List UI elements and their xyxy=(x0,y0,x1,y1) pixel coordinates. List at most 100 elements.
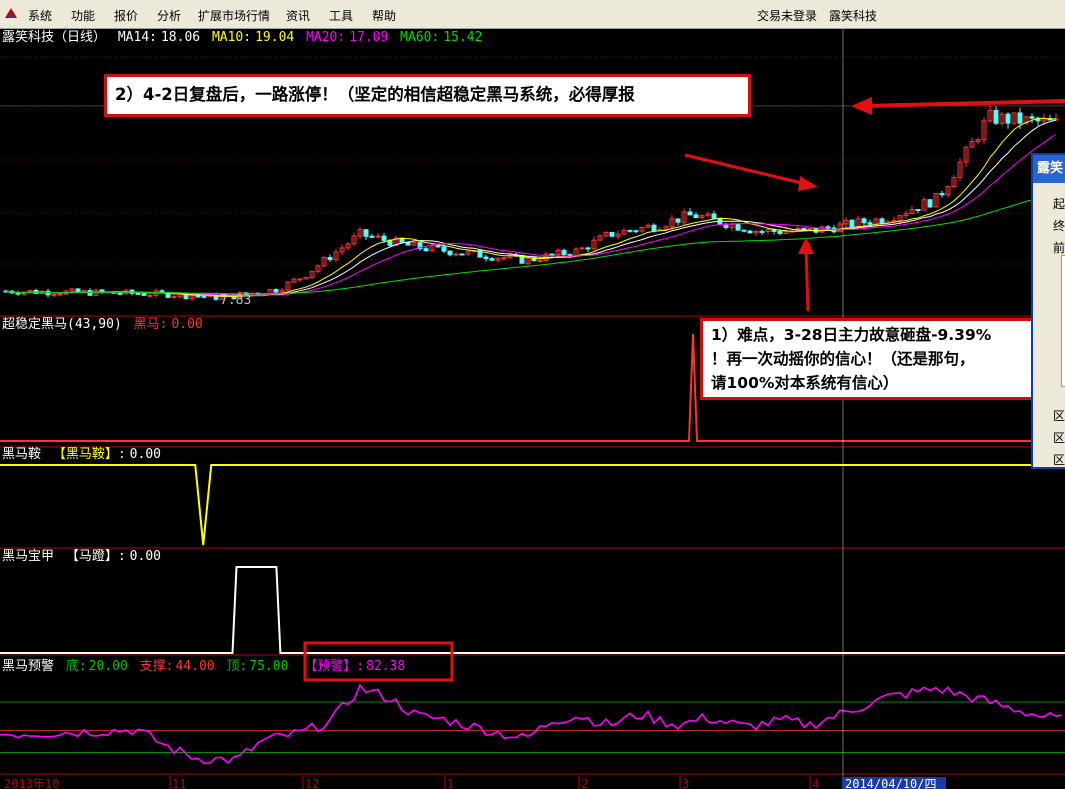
ma60-value: 15.42 xyxy=(443,30,482,45)
ma20-label: MA20: xyxy=(306,30,345,45)
warning-label: 黑马预警 xyxy=(2,658,54,674)
candle-body xyxy=(777,230,783,234)
side-panel-field[interactable] xyxy=(1061,255,1065,387)
armor-label: 黑马宝甲 xyxy=(2,549,54,564)
candle-body xyxy=(435,244,441,248)
warning-top-value: 75.00 xyxy=(249,659,288,674)
candle-body xyxy=(117,292,123,295)
side-label-start: 起 xyxy=(1053,197,1065,211)
ma10-value: 19.04 xyxy=(255,30,294,45)
annotation-note-1-line-3: 请100%对本系统有信心） xyxy=(711,374,899,392)
warning-support-value: 44.00 xyxy=(175,659,214,674)
candle-body xyxy=(759,230,765,233)
heima-header: 超稳定黑马(43,90) 黑马: 0.00 xyxy=(2,316,203,332)
x-tick-2: 12 xyxy=(305,777,319,789)
candle-body xyxy=(327,257,333,261)
menu-news[interactable]: 资讯 xyxy=(286,7,310,24)
warning-alert-label: 【预警】: xyxy=(304,658,364,674)
candle-body xyxy=(1017,112,1023,124)
candle-body xyxy=(939,193,945,196)
saddle-line xyxy=(0,464,1065,546)
arrow-head-icon xyxy=(851,97,872,115)
candle-body xyxy=(459,253,465,256)
app-logo-icon xyxy=(5,8,17,18)
ma14-value: 18.06 xyxy=(161,30,200,45)
candle-body xyxy=(363,229,369,237)
stock-title: 露笑科技（日线） xyxy=(2,29,106,45)
menu-system[interactable]: 系统 xyxy=(28,7,52,24)
candle-body xyxy=(627,229,633,232)
candle-body xyxy=(1005,113,1011,124)
menu-extended-market[interactable]: 扩展市场行情 xyxy=(198,7,270,24)
candle-body xyxy=(825,226,831,229)
candle-body xyxy=(273,289,279,293)
candle-body xyxy=(807,228,813,231)
candle-body xyxy=(375,235,381,238)
candle-body xyxy=(549,253,555,256)
candle-body xyxy=(861,218,867,224)
candle-body xyxy=(849,219,855,228)
app-name: 露笑科技 xyxy=(829,9,878,23)
x-tick-6: 4 xyxy=(812,777,819,789)
candle-body xyxy=(369,235,375,238)
ma10-label: MA10: xyxy=(212,30,251,45)
candle-body xyxy=(171,295,177,298)
side-panel-title: 露笑 xyxy=(1033,155,1065,183)
menu-quotes[interactable]: 报价 xyxy=(114,7,138,24)
candle-body xyxy=(993,110,999,124)
ma20-value: 17.09 xyxy=(349,30,388,45)
side-info-panel[interactable]: 露笑 起 终 前 区 区 区 xyxy=(1031,153,1065,469)
candle-body xyxy=(633,230,639,233)
annotation-note-1-line-2: ！再一次动摇你的信心！（还是那句， xyxy=(711,350,975,368)
warning-bottom-label: 底: xyxy=(66,658,87,674)
armor-sub-value: 0.00 xyxy=(130,549,161,564)
side-label-range-3: 区 xyxy=(1053,453,1065,467)
menu-functions[interactable]: 功能 xyxy=(71,7,95,24)
warning-bottom-value: 20.00 xyxy=(89,659,128,674)
candle-body xyxy=(489,258,495,261)
candle-body xyxy=(609,231,615,237)
candle-body xyxy=(915,209,921,212)
armor-line xyxy=(0,566,1065,654)
warning-support-label: 支撑: xyxy=(140,659,174,674)
x-axis: 2013年10 11 12 1 2 3 4 2014/04/10/四 xyxy=(4,776,946,789)
menu-bar: 系统 功能 报价 分析 扩展市场行情 资讯 工具 帮助 交易未登录 露笑科技 xyxy=(0,0,1065,29)
ma10-line xyxy=(5,117,1057,297)
ma14-line xyxy=(5,119,1057,297)
candle-body xyxy=(141,293,147,296)
annotation-note-2: 2）4-2日复盘后，一路涨停！（坚定的相信超稳定黑马系统，必得厚报 xyxy=(104,74,751,117)
candle-body xyxy=(195,295,201,298)
candle-body xyxy=(561,249,567,256)
chart-area[interactable]: 露笑科技（日线） MA14: 18.06 MA10: 19.04 MA20: 17.0… xyxy=(0,29,1065,789)
armor-sub-label: 【马蹬】: xyxy=(66,549,126,564)
price-pane xyxy=(3,105,1059,302)
ma60-line xyxy=(5,192,1057,295)
armor-header: 黑马宝甲 【马蹬】: 0.00 xyxy=(2,549,161,564)
candle-body xyxy=(483,256,489,260)
ma20-line xyxy=(5,134,1057,296)
candle-body xyxy=(135,292,141,295)
menu-analysis[interactable]: 分析 xyxy=(157,7,181,24)
saddle-sub-label: 【黑马鞍】: xyxy=(53,446,126,462)
x-tick-4: 2 xyxy=(581,777,588,789)
saddle-label: 黑马鞍 xyxy=(2,446,41,462)
candle-body xyxy=(381,235,387,241)
menu-help[interactable]: 帮助 xyxy=(372,7,396,24)
candle-body xyxy=(747,230,753,234)
login-status[interactable]: 交易未登录 xyxy=(757,7,817,24)
candle-body xyxy=(879,218,885,224)
ma14-label: MA14: xyxy=(118,30,157,45)
warning-line xyxy=(0,683,1063,765)
candle-body xyxy=(75,288,81,293)
saddle-header: 黑马鞍 【黑马鞍】: 0.00 xyxy=(2,446,161,462)
side-label-range-2: 区 xyxy=(1053,431,1065,445)
menu-tools[interactable]: 工具 xyxy=(329,7,353,24)
candle-body xyxy=(501,257,507,260)
candle-body xyxy=(693,214,699,219)
low-price-mark: 7.83 xyxy=(220,293,251,308)
warning-top-label: 顶: xyxy=(226,659,247,674)
side-label-end: 终 xyxy=(1053,219,1065,233)
candle-body xyxy=(585,247,591,250)
x-tick-1: 11 xyxy=(172,777,186,789)
annotation-note-1: 1）难点，3-28日主力故意砸盘-9.39% ！再一次动摇你的信心！（还是那句，… xyxy=(700,318,1055,400)
